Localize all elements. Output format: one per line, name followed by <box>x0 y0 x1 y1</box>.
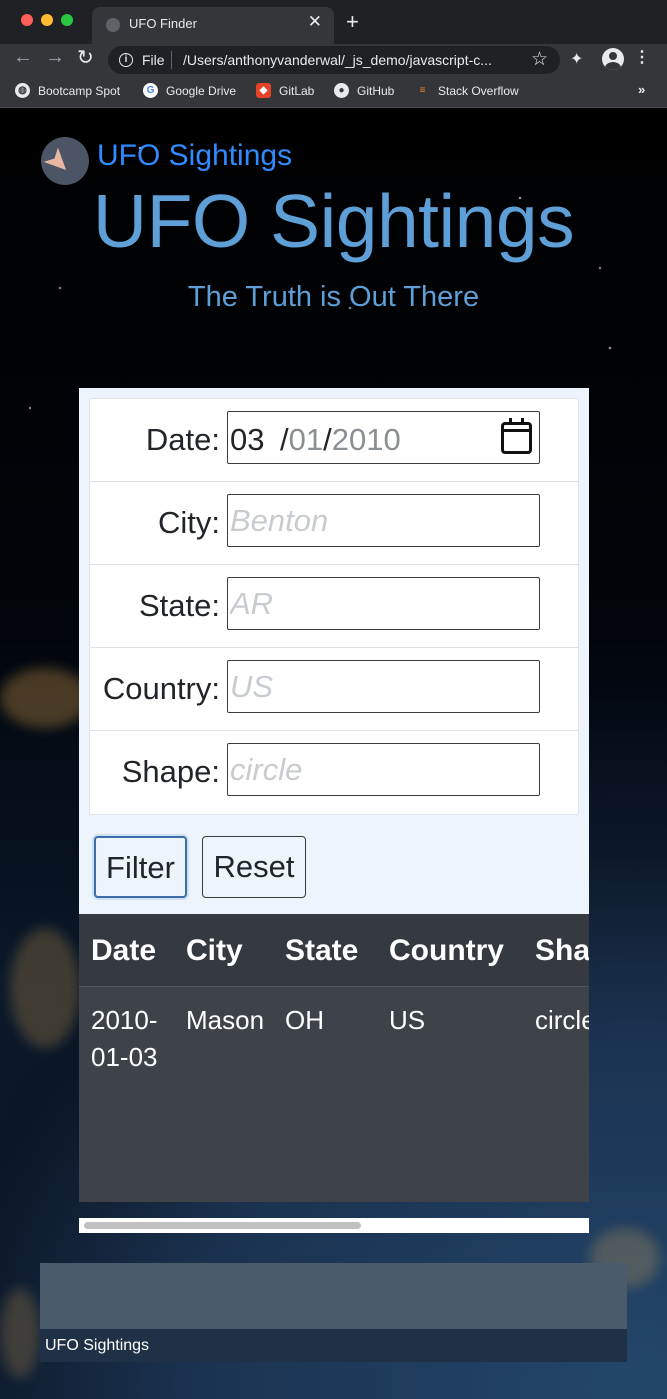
gitlab-icon: ◆ <box>256 83 271 99</box>
url-divider <box>171 51 172 69</box>
calendar-icon[interactable] <box>501 418 532 454</box>
info-icon[interactable]: i <box>119 53 133 67</box>
column-header-date: Date <box>91 934 157 967</box>
globe-icon <box>106 18 120 32</box>
browser-toolbar: ← → ↻ i File /Users/anthonyvanderwal/_js… <box>0 44 667 76</box>
horizontal-scrollbar[interactable] <box>79 1218 589 1233</box>
shape-input[interactable] <box>227 743 540 796</box>
city-lights <box>0 668 90 728</box>
bookmark-google-drive[interactable]: G Google Drive <box>143 83 236 101</box>
results-table[interactable]: Date City State Country Sha 2010- 01-03 M… <box>79 914 589 1202</box>
bookmark-github[interactable]: ● GitHub <box>334 83 394 101</box>
cell-shape: circle <box>535 1005 589 1035</box>
bookmark-star-icon[interactable]: ☆ <box>531 48 548 71</box>
country-input[interactable] <box>227 660 540 713</box>
cell-date-line1: 2010- <box>91 1005 158 1035</box>
stack-overflow-icon: ≡ <box>419 85 426 97</box>
more-bookmarks-icon[interactable]: » <box>638 82 645 97</box>
column-header-country: Country <box>389 934 504 967</box>
bookmark-bootcamp-spot[interactable]: ◍ Bootcamp Spot <box>15 83 120 101</box>
filter-list: Date: 03 /01/2010 City: State: Country: … <box>89 398 579 815</box>
filter-button[interactable]: Filter <box>94 836 187 898</box>
close-window-button[interactable] <box>21 14 33 26</box>
filter-row-shape: Shape: <box>90 731 578 814</box>
cell-state: OH <box>285 1005 324 1035</box>
google-icon: G <box>143 83 158 99</box>
globe-icon: ◍ <box>15 83 30 99</box>
state-input[interactable] <box>227 577 540 630</box>
date-year: 2010 <box>331 422 401 457</box>
github-icon: ● <box>334 83 349 99</box>
cell-date-line2: 01-03 <box>91 1042 158 1072</box>
filter-panel: Date: 03 /01/2010 City: State: Country: … <box>79 388 589 914</box>
city-lights <box>0 1288 40 1378</box>
column-header-shape: Sha <box>535 934 589 967</box>
browser-titlebar: UFO Finder ✕ + <box>0 0 667 44</box>
back-arrow-icon[interactable]: ← <box>13 47 33 67</box>
brand-link[interactable]: UFO Sightings <box>97 139 292 173</box>
column-header-city: City <box>186 934 243 967</box>
footer: UFO Sightings <box>40 1263 627 1362</box>
filter-row-country: Country: <box>90 648 578 731</box>
close-tab-icon[interactable]: ✕ <box>308 13 322 30</box>
cell-country: US <box>389 1005 426 1035</box>
extensions-icon[interactable]: ✦ <box>570 49 583 69</box>
table-header: Date City State Country Sha <box>79 914 589 987</box>
forward-arrow-icon[interactable]: → <box>45 47 65 67</box>
filter-row-state: State: <box>90 565 578 648</box>
bookmark-gitlab[interactable]: ◆ GitLab <box>256 83 314 101</box>
url-scheme: File <box>142 52 165 68</box>
profile-avatar-icon[interactable] <box>602 48 624 70</box>
bookmarks-bar: ◍ Bootcamp Spot G Google Drive ◆ GitLab ● Gi… <box>0 76 667 108</box>
shape-label: Shape: <box>121 754 220 789</box>
menu-kebab-icon[interactable]: ⋮ <box>634 50 650 66</box>
date-label: Date: <box>145 422 220 457</box>
date-month[interactable]: 03 <box>230 422 264 458</box>
new-tab-icon[interactable]: + <box>346 11 359 33</box>
footer-text: UFO Sightings <box>45 1337 150 1354</box>
bookmark-stack-overflow[interactable]: ≡ Stack Overflow <box>415 83 519 101</box>
column-header-state: State <box>285 934 359 967</box>
filter-row-date: Date: 03 /01/2010 <box>90 399 578 482</box>
country-label: Country: <box>102 671 220 706</box>
date-day-year[interactable]: /01/2010 <box>280 422 401 458</box>
browser-tab[interactable]: UFO Finder ✕ <box>92 7 334 44</box>
city-lights <box>10 928 80 1048</box>
page-title: UFO Sightings <box>92 179 575 263</box>
url-text[interactable]: /Users/anthonyvanderwal/_js_demo/javascr… <box>183 52 523 68</box>
page-subtitle: The Truth is Out There <box>187 281 480 313</box>
reset-button[interactable]: Reset <box>202 836 306 898</box>
state-label: State: <box>139 588 220 623</box>
address-bar[interactable]: i File /Users/anthonyvanderwal/_js_demo/… <box>108 46 560 74</box>
filter-row-city: City: <box>90 482 578 565</box>
city-label: City: <box>158 505 220 540</box>
date-input[interactable]: 03 /01/2010 <box>227 411 540 464</box>
reload-icon[interactable]: ↻ <box>77 48 94 68</box>
cell-date: 2010- 01-03 <box>91 1002 158 1076</box>
date-day: 01 <box>288 422 324 457</box>
footer-bar: UFO Sightings <box>40 1329 627 1362</box>
scrollbar-thumb[interactable] <box>84 1222 361 1229</box>
minimize-window-button[interactable] <box>41 14 53 26</box>
tab-title: UFO Finder <box>129 16 197 31</box>
cell-city: Mason <box>186 1005 265 1035</box>
city-input[interactable] <box>227 494 540 547</box>
maximize-window-button[interactable] <box>61 14 73 26</box>
